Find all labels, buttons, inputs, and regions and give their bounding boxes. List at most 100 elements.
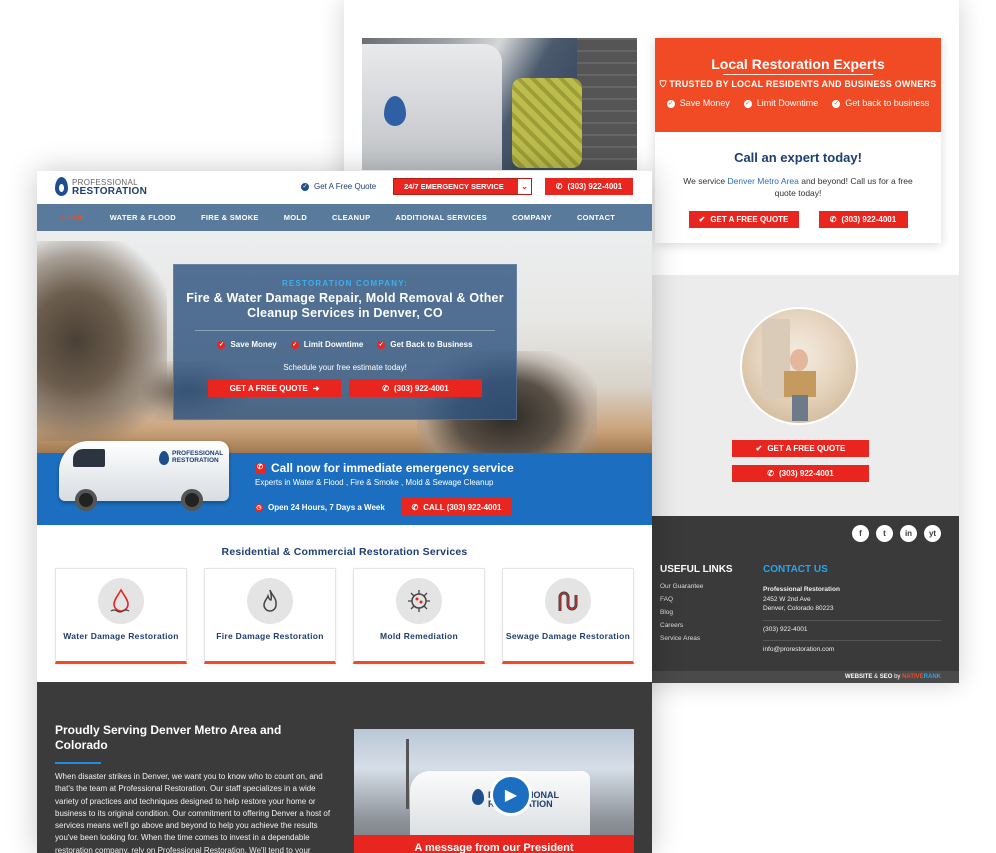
van-line2: RESTORATION xyxy=(172,457,219,464)
credit-text: SEO xyxy=(879,674,893,680)
pipe-icon xyxy=(545,578,591,624)
nav-additional-services[interactable]: ADDITIONAL SERVICES xyxy=(395,213,487,222)
useful-links-title: USEFUL LINKS xyxy=(660,564,733,575)
company-van-image: PROFESSIONAL RESTORATION xyxy=(59,427,239,519)
play-icon[interactable]: ▶ xyxy=(490,774,532,816)
nav-water-flood[interactable]: WATER & FLOOD xyxy=(110,213,176,222)
twitter-icon[interactable]: t xyxy=(876,525,893,542)
nav-company[interactable]: COMPANY xyxy=(512,213,552,222)
free-quote-link[interactable]: ✓ Get A Free Quote xyxy=(301,182,376,191)
check-circle-icon: ✓ xyxy=(301,182,309,191)
service-card-sewage[interactable]: Sewage Damage Restoration xyxy=(502,568,634,664)
nativerank-link[interactable]: NATIVE xyxy=(902,674,924,680)
hero-features: ✓ Save Money ✓ Limit Downtime ✓ Get Back to… xyxy=(174,340,516,349)
footer-link[interactable]: Our Guarantee xyxy=(660,583,760,590)
footer-phone[interactable]: (303) 922-4001 xyxy=(763,625,941,635)
call-title-text: Call now for immediate emergency service xyxy=(271,461,514,475)
service-card-fire[interactable]: Fire Damage Restoration xyxy=(204,568,336,664)
linkedin-icon[interactable]: in xyxy=(900,525,917,542)
nav-home[interactable]: HOME xyxy=(61,213,85,222)
service-name: Mold Remediation xyxy=(380,631,458,641)
free-quote-button[interactable]: ✔ GET A FREE QUOTE xyxy=(732,440,869,457)
divider xyxy=(763,619,941,621)
useful-links: USEFUL LINKS Our Guarantee FAQ Blog Care… xyxy=(660,564,760,648)
feature-item: ✓ Save Money xyxy=(666,98,730,108)
button-label: CALL (303) 922-4001 xyxy=(423,502,502,512)
water-drop-logo-icon xyxy=(55,177,68,196)
phone-button[interactable]: ✆ (303) 922-4001 xyxy=(732,465,869,482)
button-label: (303) 922-4001 xyxy=(778,469,834,478)
hose xyxy=(512,78,582,168)
site-logo[interactable]: PROFESSIONAL RESTORATION xyxy=(55,177,147,196)
water-drop-icon xyxy=(98,578,144,624)
feature-label: Get back to business xyxy=(845,98,930,108)
services-grid: Water Damage Restoration Fire Damage Res… xyxy=(55,568,634,664)
footer-link[interactable]: Blog xyxy=(660,609,760,616)
phone-button[interactable]: ✆ (303) 922-4001 xyxy=(818,211,908,228)
feature-item: ✓ Limit Downtime xyxy=(290,340,364,349)
van-wheel xyxy=(181,489,203,511)
feature-label: Limit Downtime xyxy=(303,340,364,349)
divider xyxy=(195,330,495,331)
van-line1: PROFESSIONAL xyxy=(172,450,224,457)
gray-buttons: ✔ GET A FREE QUOTE ✆ (303) 922-4001 xyxy=(732,440,869,490)
footer-link[interactable]: FAQ xyxy=(660,596,760,603)
expert-body: Call an expert today! We service Denver … xyxy=(655,132,941,228)
free-quote-button[interactable]: GET A FREE QUOTE ➜ xyxy=(208,379,341,397)
van-lettering: PROFESSIONALRESTORATION xyxy=(172,450,223,464)
nav-cleanup[interactable]: CLEANUP xyxy=(332,213,370,222)
footer-email[interactable]: info@prorestoration.com xyxy=(763,645,941,655)
city-address: Denver, Colorado 80223 xyxy=(763,605,834,612)
divider xyxy=(55,762,101,764)
call-button[interactable]: ✆ CALL (303) 922-4001 xyxy=(401,498,512,516)
check-icon: ✓ xyxy=(217,340,226,349)
facebook-icon[interactable]: f xyxy=(852,525,869,542)
expert-features: ✓ Save Money ✓ Limit Downtime ✓ Get back to… xyxy=(655,98,941,108)
logo-text: PROFESSIONAL RESTORATION xyxy=(72,178,147,197)
van-logo-icon xyxy=(159,451,169,465)
service-name: Fire Damage Restoration xyxy=(216,631,324,641)
nativerank-link[interactable]: RANK xyxy=(924,674,941,680)
arrow-right-icon: ➜ xyxy=(312,383,320,393)
phone-icon: ✆ xyxy=(382,383,389,393)
nav-fire-smoke[interactable]: FIRE & SMOKE xyxy=(201,213,259,222)
child-legs xyxy=(792,395,808,421)
emergency-service-dropdown[interactable]: 24/7 EMERGENCY SERVICE ⌄ xyxy=(393,178,532,195)
nav-mold[interactable]: MOLD xyxy=(284,213,307,222)
expert-subtitle: ⛉ TRUSTED BY LOCAL RESIDENTS AND BUSINES… xyxy=(655,79,941,90)
button-label: GET A FREE QUOTE xyxy=(229,383,308,393)
desc-text: We service xyxy=(683,176,728,186)
contact-title: CONTACT US xyxy=(763,564,828,575)
service-card-mold[interactable]: Mold Remediation xyxy=(353,568,485,664)
nav-contact[interactable]: CONTACT xyxy=(577,213,615,222)
check-circle-icon: ✔ xyxy=(755,444,763,453)
credit-text: by xyxy=(894,674,901,680)
phone-icon: ✆ xyxy=(555,182,563,191)
footer-link[interactable]: Careers xyxy=(660,622,760,629)
header-phone-button[interactable]: ✆ (303) 922-4001 xyxy=(545,178,633,195)
credit-text: & xyxy=(874,674,879,680)
clock-icon: ◷ xyxy=(255,503,263,512)
service-name: Water Damage Restoration xyxy=(63,631,179,641)
expert-buttons: ✔ GET A FREE QUOTE ✆ (303) 922-4001 xyxy=(655,211,941,228)
youtube-icon[interactable]: yt xyxy=(924,525,941,542)
composite-screenshot: Local Restoration Experts ⛉ TRUSTED BY L… xyxy=(0,0,996,853)
mold-spore-icon xyxy=(396,578,442,624)
flame-icon xyxy=(247,578,293,624)
hours-label: Open 24 Hours, 7 Days a Week xyxy=(268,503,385,512)
van-wheel xyxy=(75,489,97,511)
service-card-water[interactable]: Water Damage Restoration xyxy=(55,568,187,664)
street-address: 2452 W 2nd Ave xyxy=(763,595,811,603)
call-now-heading: ✆ Call now for immediate emergency servic… xyxy=(255,461,514,475)
feature-label: Save Money xyxy=(679,98,730,108)
expert-subtitle-text: TRUSTED BY LOCAL RESIDENTS AND BUSINESS … xyxy=(669,79,937,89)
footer-link[interactable]: Service Areas xyxy=(660,635,760,642)
service-name: Sewage Damage Restoration xyxy=(505,631,631,641)
denver-metro-link[interactable]: Denver Metro Area xyxy=(728,176,799,186)
president-video[interactable]: PROFESSIONALRESTORATION ▶ A message from… xyxy=(354,729,634,853)
phone-button[interactable]: ✆ (303) 922-4001 xyxy=(349,379,482,397)
hero-buttons: GET A FREE QUOTE ➜ ✆ (303) 922-4001 xyxy=(174,379,516,397)
free-quote-button[interactable]: ✔ GET A FREE QUOTE xyxy=(688,211,799,228)
front-page: PROFESSIONAL RESTORATION ✓ Get A Free Quo… xyxy=(37,171,652,853)
site-header: PROFESSIONAL RESTORATION ✓ Get A Free Quo… xyxy=(37,171,652,204)
